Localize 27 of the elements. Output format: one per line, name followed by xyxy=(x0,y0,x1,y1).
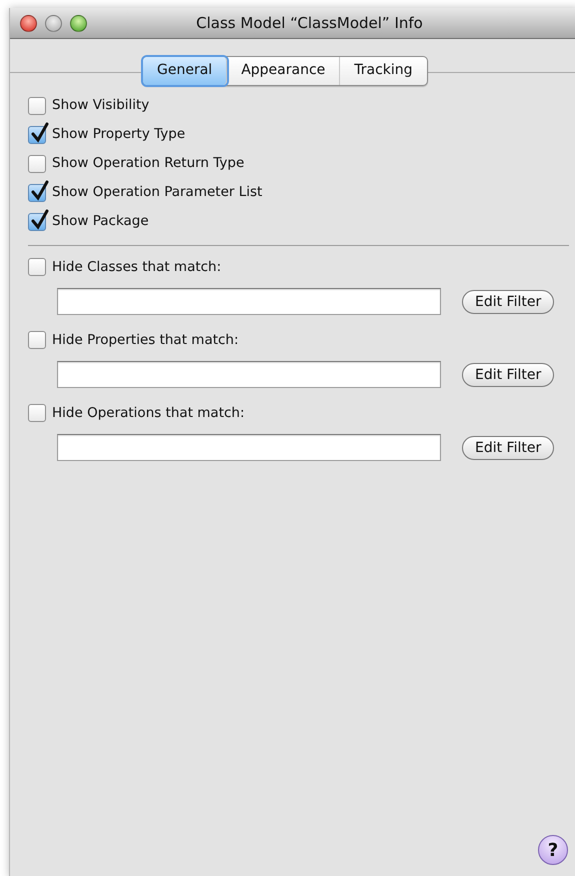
tab[interactable]: Appearance xyxy=(227,57,340,85)
tab[interactable]: Tracking xyxy=(340,57,427,85)
edit-filter-button[interactable]: Edit Filter xyxy=(462,362,554,386)
checkbox-label: Show Operation Return Type xyxy=(52,154,244,174)
window-title: Class Model “ClassModel” Info xyxy=(196,14,423,32)
checkbox-label: Show Package xyxy=(52,212,149,232)
checkbox[interactable] xyxy=(28,96,46,114)
edit-filter-button[interactable]: Edit Filter xyxy=(462,290,554,314)
checkbox-label: Show Property Type xyxy=(52,125,186,144)
minimize-button[interactable] xyxy=(45,15,62,32)
checkbox[interactable] xyxy=(28,404,46,422)
checkbox-label: Show Visibility xyxy=(52,96,150,116)
checkbox-label: Hide Classes that match: xyxy=(52,258,222,277)
checkbox[interactable] xyxy=(28,258,46,276)
help-button[interactable]: ? xyxy=(538,835,568,865)
filter-field[interactable] xyxy=(57,288,441,315)
filter-field[interactable] xyxy=(57,361,441,388)
tab[interactable]: General xyxy=(143,57,228,85)
checkbox-label: Hide Operations that match: xyxy=(52,404,245,423)
zoom-button[interactable] xyxy=(70,15,87,32)
checkbox[interactable] xyxy=(28,154,46,172)
checkbox-label: Hide Properties that match: xyxy=(52,330,239,350)
filter-field[interactable] xyxy=(57,434,441,461)
edit-filter-button[interactable]: Edit Filter xyxy=(462,436,554,460)
checkbox-label: Show Operation Parameter List xyxy=(52,183,262,202)
close-button[interactable] xyxy=(20,15,37,32)
checkbox[interactable] xyxy=(28,331,46,349)
